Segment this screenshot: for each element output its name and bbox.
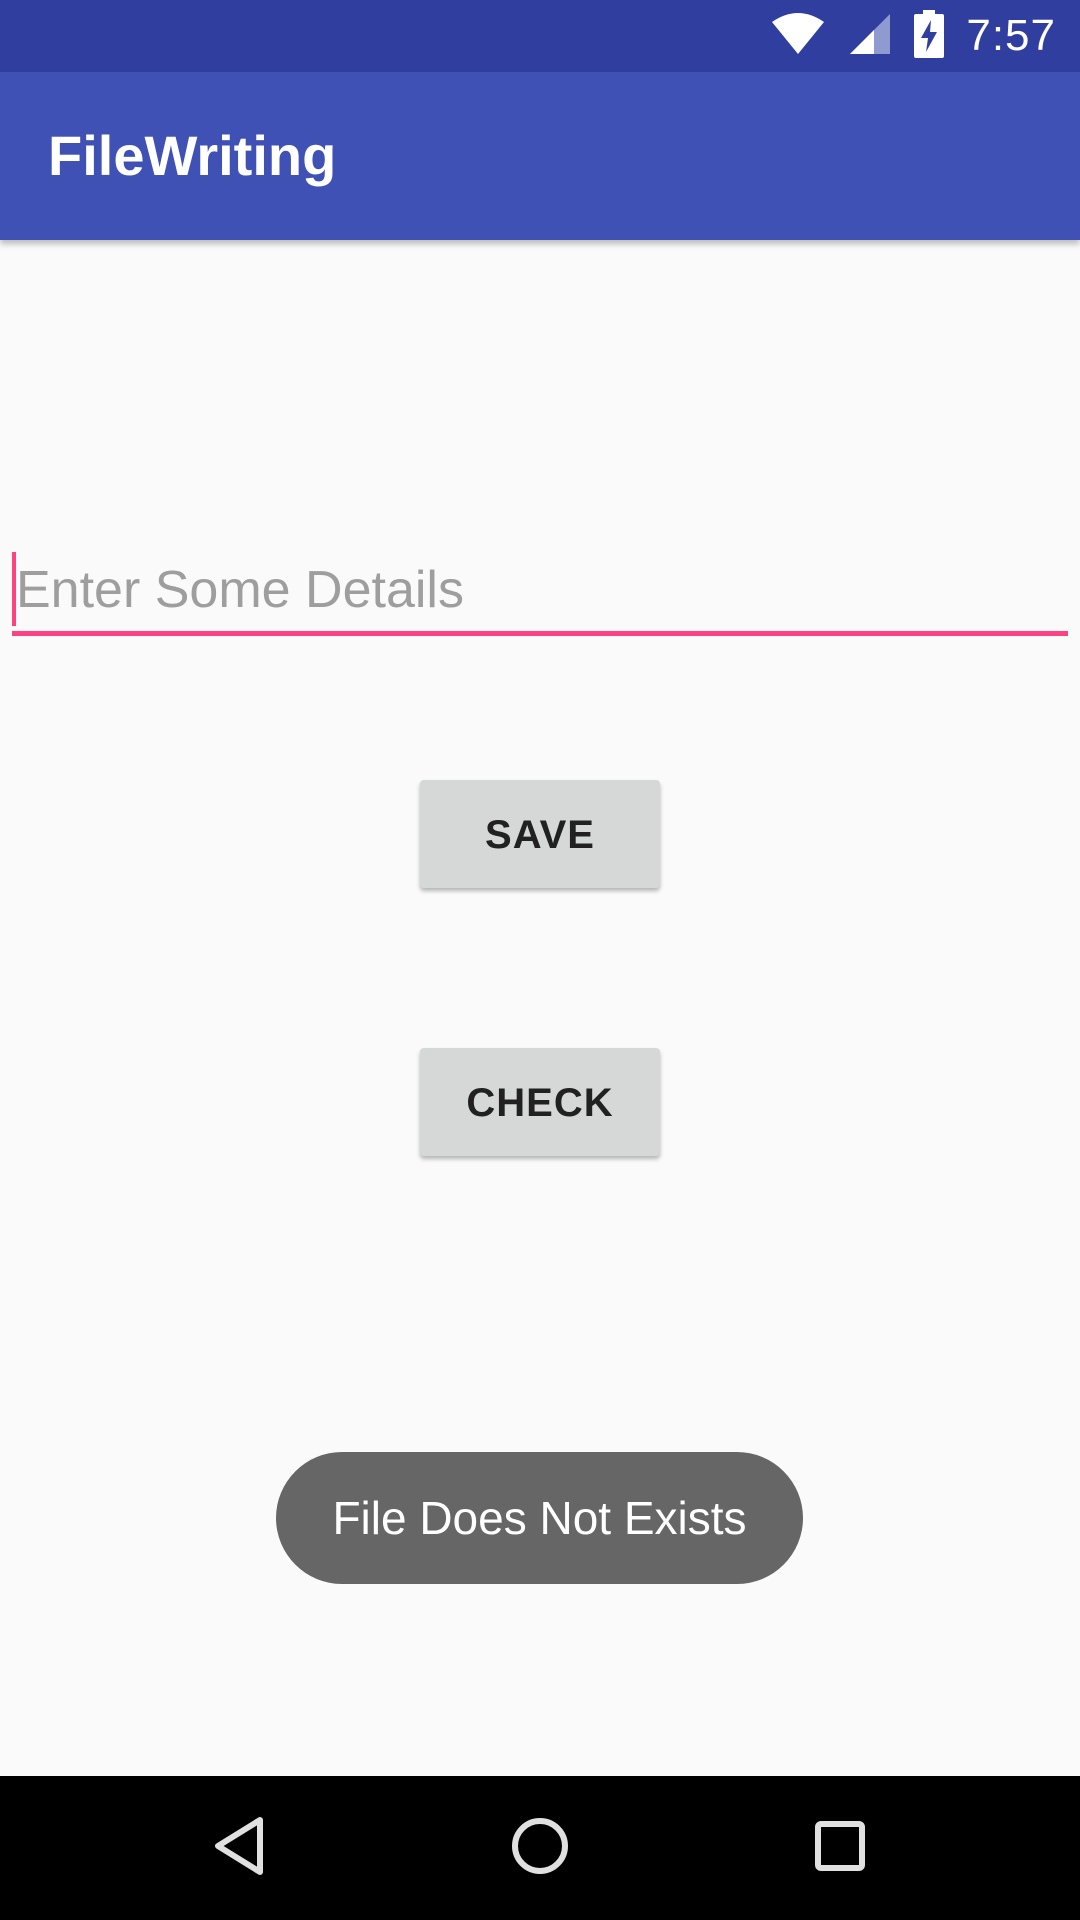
details-input-container: [12, 550, 1068, 638]
screen: 7:57 FileWriting SAVE CHECK File Does No…: [0, 0, 1080, 1920]
recents-icon: [812, 1818, 868, 1879]
home-icon: [510, 1816, 570, 1881]
check-button[interactable]: CHECK: [420, 1048, 660, 1156]
status-bar: 7:57: [0, 0, 1080, 72]
toast-message: File Does Not Exists: [276, 1452, 803, 1584]
app-title: FileWriting: [48, 124, 337, 187]
details-input[interactable]: [12, 550, 1068, 630]
status-time: 7:57: [966, 11, 1056, 60]
back-icon: [210, 1814, 270, 1883]
wifi-icon: [770, 12, 826, 61]
recents-button[interactable]: [760, 1776, 920, 1920]
text-cursor: [12, 552, 16, 626]
app-bar: FileWriting: [0, 72, 1080, 240]
status-icons: 7:57: [770, 0, 1056, 72]
battery-charging-icon: [914, 9, 945, 63]
save-button[interactable]: SAVE: [420, 780, 660, 888]
navigation-bar: [0, 1776, 1080, 1920]
back-button[interactable]: [160, 1776, 320, 1920]
home-button[interactable]: [460, 1776, 620, 1920]
input-underline: [12, 631, 1068, 636]
signal-icon: [848, 12, 892, 61]
